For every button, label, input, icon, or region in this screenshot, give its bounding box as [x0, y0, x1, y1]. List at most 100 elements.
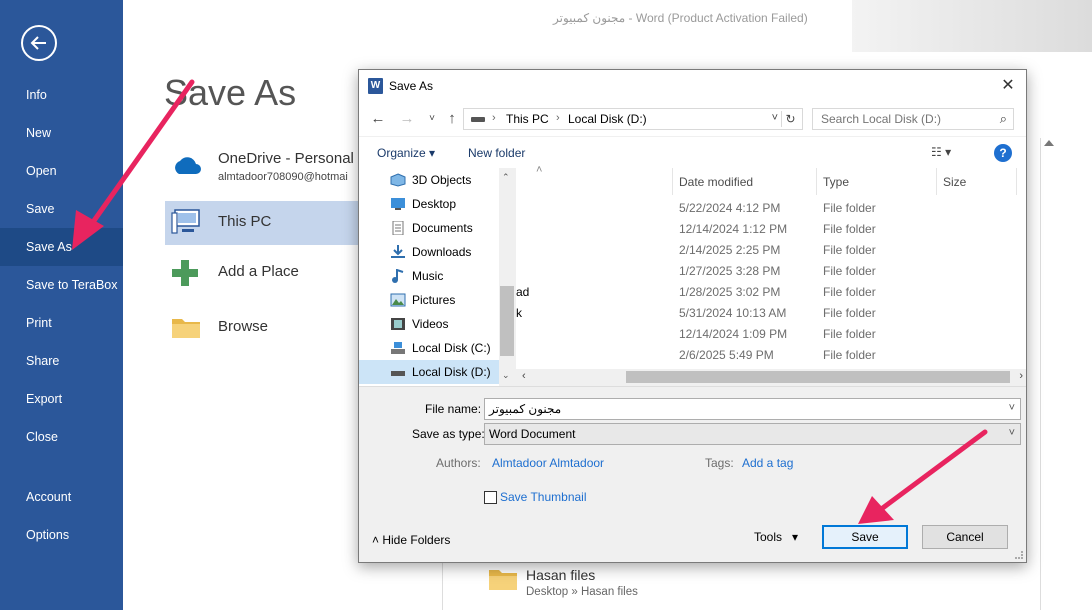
file-row[interactable]: 1/27/2025 3:28 PM File folder: [516, 261, 1026, 282]
tree-item-3d-objects[interactable]: 3D Objects: [359, 168, 499, 192]
breadcrumb-local-disk-d[interactable]: Local Disk (D:): [568, 112, 647, 126]
chevron-up-icon: ˄: [372, 533, 383, 547]
tree-scrollbar[interactable]: ⌃ ⌄: [499, 168, 515, 386]
tree-item-label: Local Disk (C:): [412, 341, 491, 355]
scroll-left-icon[interactable]: ‹: [522, 370, 526, 382]
scroll-right-icon[interactable]: ›: [1019, 370, 1023, 382]
file-date: 1/28/2025 3:02 PM: [679, 285, 781, 299]
pictures-icon: [390, 293, 406, 307]
recent-scrollbar[interactable]: [1040, 138, 1056, 610]
column-size[interactable]: Size: [937, 168, 1017, 195]
recent-folder-icon: [489, 570, 517, 590]
tree-item-local-disk-d[interactable]: Local Disk (D:): [359, 360, 499, 384]
search-box[interactable]: ⌕: [812, 108, 1014, 130]
search-icon: ⌕: [999, 111, 1007, 126]
tools-menu[interactable]: Tools ▾: [754, 530, 798, 544]
system-drive-icon: [391, 342, 405, 354]
add-place-label: Add a Place: [218, 263, 299, 280]
close-icon[interactable]: ✕: [999, 77, 1017, 95]
file-date: 2/6/2025 5:49 PM: [679, 348, 774, 362]
address-bar[interactable]: › This PC › Local Disk (D:) ˅ ↻: [463, 108, 803, 130]
nav-new[interactable]: New: [0, 114, 123, 152]
save-as-type-label: Save as type:: [412, 427, 485, 441]
file-name-field[interactable]: مجنون كمبيوتر ˅: [484, 398, 1021, 420]
column-date-modified[interactable]: Date modified: [673, 168, 817, 195]
search-input[interactable]: [813, 109, 989, 129]
breadcrumb-this-pc[interactable]: This PC: [506, 112, 549, 126]
hide-folders-button[interactable]: ˄ Hide Folders: [372, 533, 450, 547]
tree-item-pictures[interactable]: Pictures: [359, 288, 499, 312]
save-thumbnail-checkbox[interactable]: [484, 491, 497, 504]
file-row[interactable]: 5/22/2024 4:12 PM File folder: [516, 198, 1026, 219]
back-arrow-icon[interactable]: ←: [368, 111, 388, 127]
file-row[interactable]: ad 1/28/2025 3:02 PM File folder: [516, 282, 1026, 303]
file-row[interactable]: 12/14/2024 1:09 PM File folder: [516, 324, 1026, 345]
tree-item-music[interactable]: Music: [359, 264, 499, 288]
nav-share[interactable]: Share: [0, 342, 123, 380]
file-type: File folder: [823, 243, 876, 257]
resize-grip[interactable]: [1015, 551, 1023, 559]
chevron-down-icon[interactable]: ˅: [1009, 402, 1015, 414]
recent-locations-chevron-icon[interactable]: ˅: [422, 111, 442, 127]
help-icon[interactable]: ?: [994, 144, 1012, 162]
drive-icon: [391, 371, 405, 376]
nav-save[interactable]: Save: [0, 190, 123, 228]
computer-icon: [171, 209, 200, 234]
up-arrow-icon[interactable]: ↑: [442, 111, 462, 127]
organize-menu[interactable]: Organize ▾: [377, 146, 435, 160]
nav-options[interactable]: Options: [0, 516, 123, 554]
address-dropdown-icon[interactable]: ˅: [772, 112, 778, 124]
nav-save-as[interactable]: Save As: [0, 228, 123, 266]
scroll-down-icon[interactable]: ⌄: [502, 370, 510, 381]
forward-arrow-icon[interactable]: →: [397, 111, 417, 127]
nav-info[interactable]: Info: [0, 76, 123, 114]
column-type[interactable]: Type: [817, 168, 937, 195]
tree-item-local-disk-c[interactable]: Local Disk (C:): [359, 336, 499, 360]
file-row[interactable]: 12/14/2024 1:12 PM File folder: [516, 219, 1026, 240]
nav-print[interactable]: Print: [0, 304, 123, 342]
horizontal-scrollbar[interactable]: ‹ ›: [516, 369, 1026, 386]
file-type: File folder: [823, 201, 876, 215]
new-folder-button[interactable]: New folder: [468, 146, 525, 160]
file-row[interactable]: k 5/31/2024 10:13 AM File folder: [516, 303, 1026, 324]
drive-icon: [471, 117, 485, 122]
location-this-pc[interactable]: This PC: [165, 201, 365, 245]
location-onedrive[interactable]: OneDrive - Personal almtadoor708090@hotm…: [165, 150, 365, 194]
save-button[interactable]: Save: [822, 525, 908, 549]
window-title: مجنون كمبيوتر - Word (Product Activation…: [553, 11, 808, 25]
tree-item-desktop[interactable]: Desktop: [359, 192, 499, 216]
tree-item-videos[interactable]: Videos: [359, 312, 499, 336]
tree-item-label: Local Disk (D:): [412, 365, 491, 379]
column-name[interactable]: ˄: [516, 164, 673, 195]
desktop-icon: [391, 198, 405, 210]
sort-caret-icon: ˄: [536, 164, 543, 176]
tree-item-documents[interactable]: Documents: [359, 216, 499, 240]
scroll-up-icon[interactable]: [1044, 140, 1054, 146]
music-icon: [392, 269, 404, 283]
recent-folder-name[interactable]: Hasan files: [526, 567, 595, 583]
authors-field[interactable]: Almtadoor Almtadoor: [492, 456, 604, 470]
scroll-up-icon[interactable]: ⌃: [502, 172, 510, 183]
nav-open[interactable]: Open: [0, 152, 123, 190]
tags-field[interactable]: Add a tag: [742, 456, 793, 470]
file-date: 12/14/2024 1:09 PM: [679, 327, 788, 341]
location-add-place[interactable]: Add a Place: [165, 251, 365, 295]
chevron-down-icon: ˅: [1008, 427, 1015, 439]
save-as-type-select[interactable]: Word Document ˅: [484, 423, 1021, 445]
tree-item-downloads[interactable]: Downloads: [359, 240, 499, 264]
nav-account[interactable]: Account: [0, 478, 123, 516]
nav-export[interactable]: Export: [0, 380, 123, 418]
back-button[interactable]: [21, 25, 57, 61]
location-browse[interactable]: Browse: [165, 306, 365, 350]
save-thumbnail-label[interactable]: Save Thumbnail: [500, 490, 587, 504]
scroll-thumb[interactable]: [626, 371, 1010, 383]
refresh-icon[interactable]: ↻: [781, 111, 799, 127]
view-options-icon[interactable]: ☷ ▾: [931, 145, 951, 159]
nav-close[interactable]: Close: [0, 418, 123, 456]
nav-save-to-terabox[interactable]: Save to TeraBox: [0, 266, 123, 304]
scroll-thumb[interactable]: [500, 286, 514, 356]
cancel-button[interactable]: Cancel: [922, 525, 1008, 549]
file-row[interactable]: 2/6/2025 5:49 PM File folder: [516, 345, 1026, 366]
file-row[interactable]: 2/14/2025 2:25 PM File folder: [516, 240, 1026, 261]
file-date: 5/31/2024 10:13 AM: [679, 306, 787, 320]
